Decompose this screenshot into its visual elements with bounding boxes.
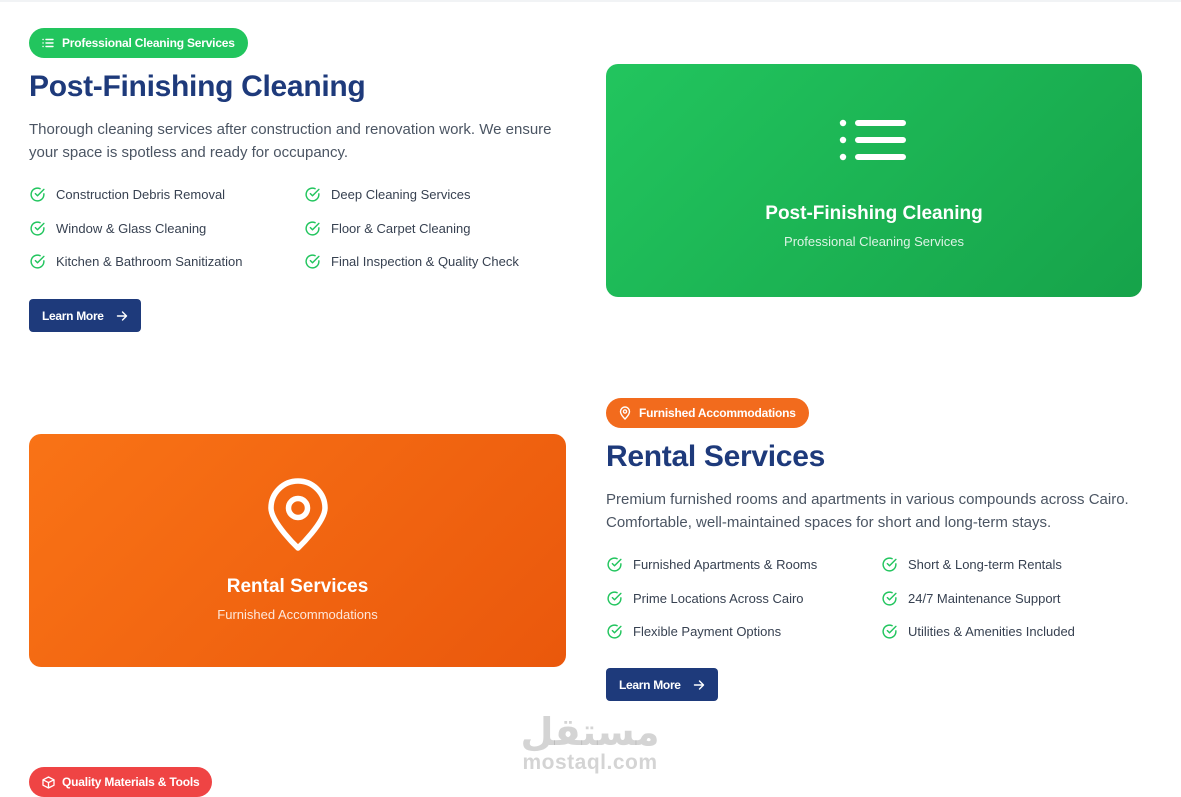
map-pin-icon	[618, 406, 632, 420]
check-circle-icon	[305, 221, 320, 236]
feature-label: Short & Long-term Rentals	[908, 557, 1062, 572]
learn-more-button[interactable]: Learn More	[29, 299, 141, 332]
feature-item: Short & Long-term Rentals	[881, 556, 1062, 573]
check-circle-icon	[30, 187, 45, 202]
list-icon	[41, 36, 55, 50]
watermark-arabic: مستقل	[520, 710, 660, 754]
check-circle-icon	[607, 557, 622, 572]
feature-label: Window & Glass Cleaning	[56, 221, 207, 236]
feature-label: Floor & Carpet Cleaning	[331, 221, 471, 236]
check-circle-icon	[607, 624, 622, 639]
badge-label: Furnished Accommodations	[639, 406, 796, 420]
feature-item: Floor & Carpet Cleaning	[304, 220, 470, 237]
feature-label: Construction Debris Removal	[56, 187, 226, 202]
learn-more-button[interactable]: Learn More	[606, 668, 718, 701]
feature-label: Prime Locations Across Cairo	[633, 591, 804, 606]
badge-label: Professional Cleaning Services	[62, 36, 235, 50]
feature-item: Window & Glass Cleaning	[29, 220, 206, 237]
feature-item: Flexible Payment Options	[606, 623, 781, 640]
check-circle-icon	[305, 187, 320, 202]
feature-label: 24/7 Maintenance Support	[908, 591, 1061, 606]
materials-badge: Quality Materials & Tools	[29, 767, 213, 797]
check-circle-icon	[30, 254, 45, 269]
check-circle-icon	[882, 591, 897, 606]
feature-label: Deep Cleaning Services	[331, 187, 471, 202]
feature-item: Utilities & Amenities Included	[881, 623, 1075, 640]
feature-label: Utilities & Amenities Included	[908, 624, 1075, 639]
feature-item: Construction Debris Removal	[29, 186, 225, 203]
card-title: Post-Finishing Cleaning	[765, 203, 983, 224]
check-circle-icon	[882, 557, 897, 572]
rental-badge: Furnished Accommodations	[606, 398, 809, 428]
check-circle-icon	[305, 254, 320, 269]
section-title: Rental Services	[606, 440, 825, 473]
top-divider	[0, 0, 1181, 2]
cleaning-badge: Professional Cleaning Services	[29, 28, 248, 58]
check-circle-icon	[607, 591, 622, 606]
arrow-right-icon	[116, 310, 127, 321]
card-title: Rental Services	[226, 576, 369, 597]
package-icon	[41, 775, 55, 789]
badge-label: Quality Materials & Tools	[62, 775, 200, 789]
section-title: Post-Finishing Cleaning	[29, 70, 366, 103]
card-subtitle: Furnished Accommodations	[217, 607, 378, 622]
button-label: Learn More	[619, 677, 681, 692]
feature-item: Furnished Apartments & Rooms	[606, 556, 817, 573]
arrow-right-icon	[693, 679, 704, 690]
map-pin-icon	[267, 478, 328, 551]
feature-label: Furnished Apartments & Rooms	[633, 557, 818, 572]
feature-label: Kitchen & Bathroom Sanitization	[56, 254, 243, 269]
feature-item: Prime Locations Across Cairo	[606, 590, 804, 607]
feature-label: Flexible Payment Options	[633, 624, 782, 639]
section-description: Thorough cleaning services after constru…	[29, 121, 552, 161]
watermark-latin: mostaql.com	[522, 751, 658, 774]
cleaning-service-card[interactable]: Post-Finishing Cleaning Professional Cle…	[606, 64, 1142, 297]
feature-item: Kitchen & Bathroom Sanitization	[29, 253, 242, 270]
feature-item: 24/7 Maintenance Support	[881, 590, 1061, 607]
card-subtitle: Professional Cleaning Services	[784, 234, 964, 249]
watermark-logo: مستقل mostaql.com	[517, 712, 663, 774]
feature-item: Deep Cleaning Services	[304, 186, 470, 203]
rental-service-card[interactable]: Rental Services Furnished Accommodations	[29, 434, 566, 667]
check-circle-icon	[30, 221, 45, 236]
section-description: Premium furnished rooms and apartments i…	[606, 491, 1129, 531]
feature-label: Final Inspection & Quality Check	[331, 254, 519, 269]
feature-item: Final Inspection & Quality Check	[304, 253, 519, 270]
check-circle-icon	[882, 624, 897, 639]
button-label: Learn More	[42, 308, 104, 323]
list-icon	[839, 119, 906, 161]
